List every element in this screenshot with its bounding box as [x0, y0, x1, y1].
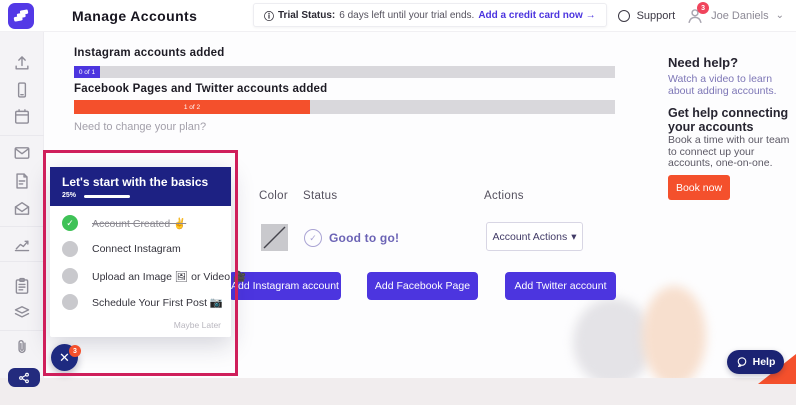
- checklist-item-label: Schedule Your First Post 📷: [92, 296, 223, 309]
- help-chat-label: Help: [753, 356, 776, 368]
- user-menu[interactable]: Joe Daniels: [711, 10, 768, 22]
- trial-status-banner: ⓘ Trial Status: 6 days left until your t…: [253, 3, 607, 27]
- checklist-item-connect-instagram[interactable]: Connect Instagram: [50, 240, 231, 258]
- support-link[interactable]: Support: [637, 10, 676, 22]
- account-actions-dropdown[interactable]: Account Actions ▾: [486, 222, 583, 251]
- checklist-item-label: Connect Instagram: [92, 243, 181, 255]
- checklist-item-label: Upload an Image 🖼 or Video 🎥: [92, 270, 246, 283]
- checklist-progress-line: [84, 195, 130, 198]
- sidebar-item-analytics[interactable]: [13, 235, 31, 253]
- caret-down-icon: ▾: [571, 231, 576, 243]
- layers-icon: [13, 304, 31, 322]
- instagram-progress-fill: 0 of 1: [74, 66, 100, 78]
- sidebar-item-mobile[interactable]: [13, 81, 31, 99]
- status-check-icon: ✓: [304, 229, 322, 247]
- upload-icon: [13, 54, 31, 72]
- sidebar-item-layers[interactable]: [13, 304, 31, 322]
- no-color-diagonal-icon: [261, 224, 288, 251]
- check-circle-icon: ✓: [62, 215, 78, 231]
- checklist-header: Let's start with the basics 25%: [50, 167, 231, 206]
- change-plan-link[interactable]: Need to change your plan?: [74, 121, 206, 133]
- footer-band: [0, 378, 796, 405]
- column-header-color: Color: [259, 190, 288, 202]
- checklist-item-schedule-post[interactable]: Schedule Your First Post 📷: [50, 293, 231, 311]
- sidebar-item-mail[interactable]: [13, 144, 31, 162]
- document-icon: [13, 172, 31, 190]
- top-bar: Manage Accounts ⓘ Trial Status: 6 days l…: [0, 0, 796, 32]
- trial-status-prefix: Trial Status:: [278, 10, 335, 21]
- column-header-actions: Actions: [484, 190, 524, 202]
- add-credit-card-link[interactable]: Add a credit card now →: [478, 10, 595, 21]
- facebook-twitter-progress-label: Facebook Pages and Twitter accounts adde…: [74, 83, 327, 95]
- instagram-progress-value: 0 of 1: [79, 69, 95, 76]
- sidebar-item-document[interactable]: [13, 172, 31, 190]
- info-icon: ⓘ: [264, 8, 274, 23]
- checklist-percent: 25%: [62, 192, 76, 199]
- sidebar-item-calendar[interactable]: [13, 108, 31, 126]
- sidebar-item-paperclip[interactable]: [13, 338, 31, 356]
- checklist-title: Let's start with the basics: [62, 175, 208, 189]
- trial-status-message: 6 days left until your trial ends.: [339, 10, 474, 21]
- chat-bubble-icon: [736, 356, 748, 368]
- chevron-down-icon[interactable]: ⌄: [776, 11, 784, 21]
- check-icon: ✓: [309, 233, 317, 244]
- calendar-icon: [13, 108, 31, 126]
- paperclip-icon: [13, 338, 31, 356]
- account-color-swatch[interactable]: [261, 224, 288, 251]
- add-facebook-page-button[interactable]: Add Facebook Page: [367, 272, 478, 300]
- illustration-peach-blob: [642, 286, 706, 386]
- check-icon: ✓: [66, 218, 74, 229]
- analytics-icon: [13, 235, 31, 253]
- add-twitter-account-button[interactable]: Add Twitter account: [505, 272, 616, 300]
- share-button[interactable]: [8, 368, 40, 387]
- onboarding-checklist: Let's start with the basics 25% ✓ Accoun…: [50, 167, 231, 337]
- sidebar-item-inbox[interactable]: [13, 200, 31, 218]
- share-icon: [18, 372, 30, 384]
- book-time-text: Book a time with our team to connect up …: [668, 135, 792, 170]
- todo-dot-icon: [62, 241, 78, 257]
- account-status-text: Good to go!: [329, 231, 399, 245]
- inbox-icon: [13, 200, 31, 218]
- get-help-connecting-title: Get help connecting your accounts: [668, 106, 794, 134]
- support-icon: [618, 10, 630, 22]
- sidebar-item-upload[interactable]: [13, 54, 31, 72]
- sidebar-nav: [0, 32, 44, 378]
- maybe-later-link[interactable]: Maybe Later: [174, 320, 221, 330]
- checklist-item-label: Account Created ✌️: [92, 217, 186, 230]
- need-help-title: Need help?: [668, 55, 794, 70]
- clipboard-icon: [13, 277, 31, 295]
- book-now-button[interactable]: Book now: [668, 175, 730, 200]
- watch-video-link[interactable]: Watch a video to learn about adding acco…: [668, 74, 790, 97]
- todo-dot-icon: [62, 268, 78, 284]
- mobile-icon: [13, 81, 31, 99]
- todo-dot-icon: [62, 294, 78, 310]
- sidebar-divider: [0, 226, 44, 227]
- account-actions-label: Account Actions: [493, 231, 568, 243]
- topbar-right-group: Support 3 Joe Daniels ⌄: [618, 0, 784, 32]
- app-logo-icon: [12, 7, 30, 25]
- column-header-status: Status: [303, 190, 337, 202]
- notifications-button[interactable]: 3: [686, 7, 704, 25]
- help-chat-button[interactable]: Help: [727, 350, 784, 374]
- manage-accounts-page: Manage Accounts ⓘ Trial Status: 6 days l…: [0, 0, 796, 405]
- checklist-item-account-created[interactable]: ✓ Account Created ✌️: [50, 214, 231, 232]
- sidebar-divider: [0, 261, 44, 262]
- illustration-gray-blob: [573, 298, 653, 386]
- checklist-item-upload-media[interactable]: Upload an Image 🖼 or Video 🎥: [50, 267, 231, 285]
- instagram-progress-label: Instagram accounts added: [74, 47, 225, 59]
- instagram-progress-bar: 0 of 1: [74, 66, 615, 78]
- facebook-twitter-progress-fill: 1 of 2: [74, 100, 310, 114]
- sidebar-item-clipboard[interactable]: [13, 277, 31, 295]
- sidebar-divider: [0, 330, 44, 331]
- sidebar-divider: [0, 135, 44, 136]
- checklist-close-badge: 3: [69, 345, 81, 357]
- facebook-twitter-progress-value: 1 of 2: [184, 104, 200, 111]
- notification-badge: 3: [697, 2, 709, 14]
- page-title: Manage Accounts: [72, 0, 197, 32]
- facebook-twitter-progress-bar: 1 of 2: [74, 100, 615, 114]
- app-logo[interactable]: [8, 3, 34, 29]
- mail-icon: [13, 144, 31, 162]
